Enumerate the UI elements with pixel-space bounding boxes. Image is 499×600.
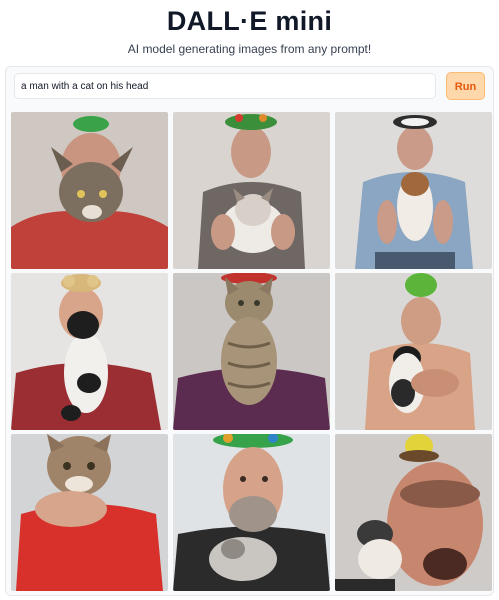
result-image-9[interactable] [335,434,492,591]
result-image-4[interactable] [11,273,168,430]
result-image-8[interactable] [173,434,330,591]
results-grid [11,112,492,591]
prompt-input[interactable]: a man with a cat on his head [14,73,436,99]
result-image-2[interactable] [173,112,330,269]
result-image-6[interactable] [335,273,492,430]
main-panel: a man with a cat on his head Run [5,66,494,596]
result-image-5[interactable] [173,273,330,430]
app-subtitle: AI model generating images from any prom… [127,42,372,56]
result-image-7[interactable] [11,434,168,591]
app-title: DALL·E mini [166,6,333,36]
run-button[interactable]: Run [446,72,485,100]
result-image-3[interactable] [335,112,492,269]
result-image-1[interactable] [11,112,168,269]
